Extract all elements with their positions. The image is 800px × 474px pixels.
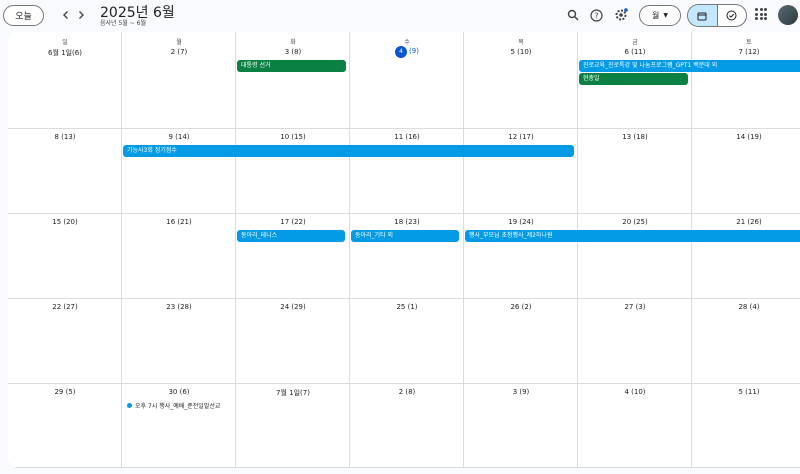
day-number[interactable]: 22 (27) [8, 303, 122, 311]
search-icon[interactable] [564, 6, 582, 24]
settings-icon[interactable] [612, 6, 630, 24]
day-number[interactable]: 11 (16) [350, 133, 464, 141]
day-cell[interactable] [692, 384, 800, 468]
day-cell[interactable] [236, 299, 350, 384]
today-button[interactable]: 오늘 [3, 5, 44, 26]
event-dot [127, 403, 132, 408]
today-day-number[interactable]: 4 (9) [350, 46, 464, 58]
day-number[interactable]: 4 (10) [578, 388, 692, 396]
day-number[interactable]: 17 (22) [236, 218, 350, 226]
day-cell[interactable] [8, 384, 122, 468]
day-number[interactable]: 20 (25) [578, 218, 692, 226]
day-cell[interactable] [692, 32, 800, 129]
day-number[interactable]: 19 (24) [464, 218, 578, 226]
day-cell[interactable] [122, 32, 236, 129]
day-number[interactable]: 7월 1일(7) [236, 388, 350, 398]
event-memorial[interactable]: 현충일 [579, 73, 688, 85]
day-number[interactable]: 8 (13) [8, 133, 122, 141]
day-number[interactable]: 26 (2) [464, 303, 578, 311]
day-number[interactable]: 23 (28) [122, 303, 236, 311]
day-cell[interactable] [236, 129, 350, 214]
day-cell[interactable] [8, 214, 122, 299]
event-election[interactable]: 대통령 선거 [237, 60, 346, 72]
day-cell[interactable] [578, 214, 692, 299]
day-number[interactable]: 25 (1) [350, 303, 464, 311]
day-cell[interactable] [578, 129, 692, 214]
event-worship-label: 오후 7시 행사_예배_준전일말선교 [135, 403, 221, 410]
day-cell[interactable] [464, 32, 578, 129]
day-cell[interactable] [692, 129, 800, 214]
view-select-label: 월 [652, 11, 660, 20]
day-number[interactable]: 27 (3) [578, 303, 692, 311]
day-number[interactable]: 18 (23) [350, 218, 464, 226]
day-cell[interactable] [578, 299, 692, 384]
day-cell[interactable] [122, 384, 236, 468]
event-exam[interactable]: 기능사3회 정기점수 [123, 145, 574, 157]
day-cell[interactable] [464, 384, 578, 468]
help-icon[interactable]: ? [587, 6, 605, 24]
day-number[interactable]: 15 (20) [8, 218, 122, 226]
chevron-right-icon[interactable] [73, 7, 89, 23]
day-number[interactable]: 14 (19) [692, 133, 800, 141]
day-cell[interactable] [692, 214, 800, 299]
view-select[interactable]: 월 ▼ [639, 5, 681, 26]
day-number[interactable]: 10 (15) [236, 133, 350, 141]
event-worship[interactable]: 오후 7시 행사_예배_준전일말선교 [127, 401, 220, 410]
day-cell[interactable] [350, 299, 464, 384]
day-cell[interactable] [464, 299, 578, 384]
day-number[interactable]: 9 (14) [122, 133, 236, 141]
day-cell[interactable] [122, 214, 236, 299]
today-lunar: (9) [409, 47, 419, 55]
lunar-subtitle: 음사년 5월 ~ 6월 [100, 20, 146, 27]
day-cell[interactable] [464, 214, 578, 299]
day-cell[interactable] [350, 214, 464, 299]
day-cell[interactable] [350, 384, 464, 468]
chevron-left-icon[interactable] [58, 7, 74, 23]
day-number[interactable]: 6월 1일(6) [8, 48, 122, 58]
day-number[interactable]: 12 (17) [464, 133, 578, 141]
day-number[interactable]: 30 (6) [122, 388, 236, 396]
event-career[interactable]: 진로교육_진로특강 및 나눔프로그램_GPT1 백문대 외 [579, 60, 800, 72]
day-number[interactable]: 2 (7) [122, 48, 236, 56]
day-cell[interactable] [122, 129, 236, 214]
day-cell[interactable] [122, 299, 236, 384]
day-number[interactable]: 5 (10) [464, 48, 578, 56]
day-cell[interactable] [464, 129, 578, 214]
day-cell[interactable] [350, 129, 464, 214]
day-cell[interactable] [8, 32, 122, 129]
day-number[interactable]: 13 (18) [578, 133, 692, 141]
day-number[interactable]: 24 (29) [236, 303, 350, 311]
day-number[interactable]: 3 (9) [464, 388, 578, 396]
day-cell[interactable] [236, 32, 350, 129]
dropdown-icon: ▼ [663, 12, 668, 19]
apps-icon[interactable] [755, 8, 767, 20]
event-parents[interactable]: 행사_부모님 초청행사_제2하나원 [465, 230, 800, 242]
day-cell[interactable] [236, 214, 350, 299]
event-club-guitar[interactable]: 동아리_기타 외 [351, 230, 459, 242]
month-grid: 일 월 화 수 목 금 토 6월 1일(6) 2 (7) 3 (8) 4 (9) … [8, 32, 800, 468]
day-number[interactable]: 21 (26) [692, 218, 800, 226]
event-club-tennis[interactable]: 동아리_테니스 [237, 230, 345, 242]
day-number[interactable]: 3 (8) [236, 48, 350, 56]
day-cell[interactable] [8, 129, 122, 214]
day-number[interactable]: 29 (5) [8, 388, 122, 396]
today-marker: 4 [395, 46, 408, 58]
top-bar: 오늘 2025년 6월 음사년 5월 ~ 6월 ? 월 ▼ [0, 0, 800, 32]
view-toggle [687, 4, 747, 27]
calendar-icon[interactable] [688, 5, 718, 26]
avatar[interactable] [778, 5, 798, 25]
day-number[interactable]: 16 (21) [122, 218, 236, 226]
day-cell[interactable] [692, 299, 800, 384]
day-number[interactable]: 5 (11) [692, 388, 800, 396]
day-cell[interactable] [578, 384, 692, 468]
day-number[interactable]: 6 (11) [578, 48, 692, 56]
svg-text:?: ? [594, 11, 598, 20]
tasks-icon[interactable] [718, 5, 747, 26]
day-cell[interactable] [8, 299, 122, 384]
day-number[interactable]: 7 (12) [692, 48, 800, 56]
day-number[interactable]: 28 (4) [692, 303, 800, 311]
day-number[interactable]: 2 (8) [350, 388, 464, 396]
